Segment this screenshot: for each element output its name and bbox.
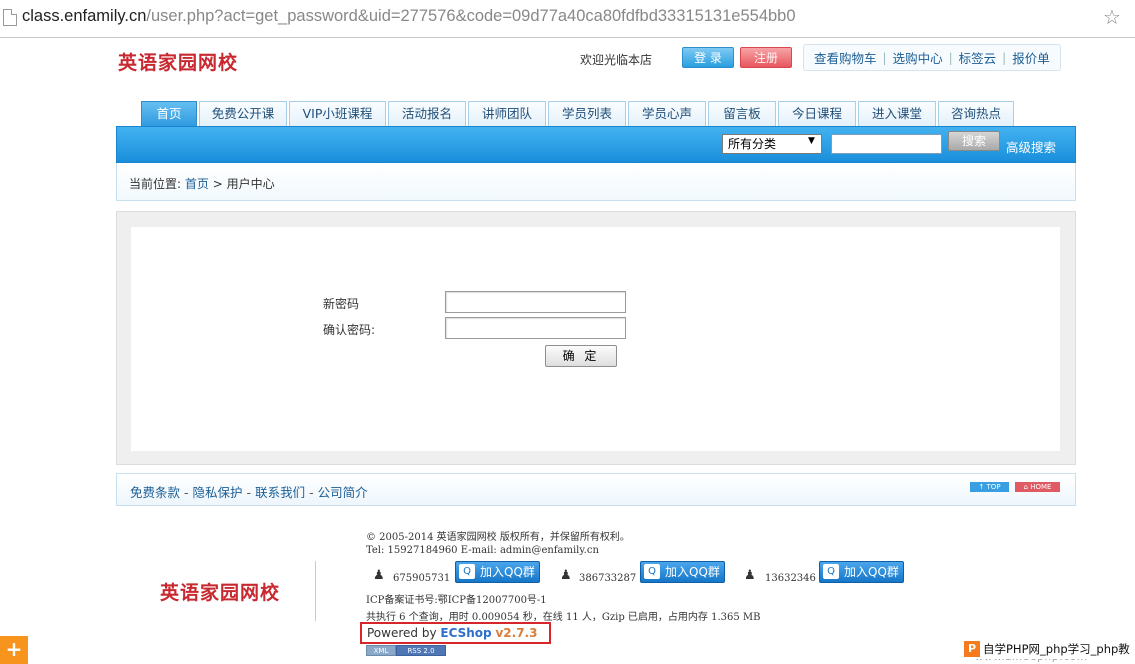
rss-badge[interactable]: RSS 2.0 [396,645,446,656]
site-logo[interactable]: 英语家园网校 [118,48,238,75]
tag-cloud-link[interactable]: 标签云 [959,48,997,67]
bookmark-star-icon[interactable]: ☆ [1103,5,1121,29]
breadcrumb-home-link[interactable]: 首页 [185,177,209,191]
advanced-search-link[interactable]: 高级搜索 [1006,137,1056,156]
tab-free-courses[interactable]: 免费公开课 [199,101,287,126]
page-icon [3,9,17,26]
powered-brand: ECShop [440,626,492,640]
qq-group-icon: Q [459,564,475,579]
link-separator: | [882,50,887,65]
join-qq-group-button[interactable]: Q 加入QQ群 [819,561,904,583]
register-button[interactable]: 注册 [740,47,792,68]
footer-link-privacy[interactable]: 隐私保护 [193,485,243,500]
top-links: 查看购物车 | 选购中心 | 标签云 | 报价单 [803,44,1061,71]
search-button[interactable]: 搜索 [948,131,1000,151]
category-select[interactable]: 所有分类 [722,134,822,154]
join-qq-group-label: 加入QQ群 [844,565,899,579]
tab-testimonials[interactable]: 学员心声 [628,101,706,126]
footer-logo: 英语家园网校 [160,582,281,604]
tab-events[interactable]: 活动报名 [388,101,466,126]
tab-guestbook[interactable]: 留言板 [708,101,776,126]
powered-version: v2.7.3 [495,626,538,640]
tab-today-courses[interactable]: 今日课程 [778,101,856,126]
xml-badge[interactable]: XML [366,645,396,656]
qq-number: 675905731 [393,573,451,584]
qq-penguin-icon: ♟ [744,568,756,583]
tab-students[interactable]: 学员列表 [548,101,626,126]
join-qq-group-label: 加入QQ群 [480,565,535,579]
qq-penguin-icon: ♟ [373,568,385,583]
tab-teachers[interactable]: 讲师团队 [468,101,546,126]
breadcrumb-current: 用户中心 [226,177,275,191]
url-host: class.enfamily.cn [22,7,147,25]
tab-classroom[interactable]: 进入课堂 [858,101,936,126]
site-watermark: P 自学PHP网_php学习_php教 [963,639,1130,659]
confirm-password-label: 确认密码: [323,323,376,337]
join-qq-group-button[interactable]: Q 加入QQ群 [455,561,540,583]
query-stats: 共执行 6 个查询，用时 0.009054 秒，在线 11 人，Gzip 已启用… [366,612,761,623]
footer-link-terms[interactable]: 免费条款 [130,485,180,500]
new-password-label: 新密码 [323,297,360,311]
join-qq-group-button[interactable]: Q 加入QQ群 [640,561,725,583]
footer-nav: 免费条款 - 隐私保护 - 联系我们 - 公司简介 [130,482,368,501]
watermark-text: 自学PHP网_php学习_php教 [983,642,1130,656]
submit-button[interactable]: 确 定 [545,345,617,367]
search-input[interactable] [831,134,942,154]
back-to-top-button[interactable]: ↑ TOP [970,482,1009,492]
tab-home[interactable]: 首页 [141,101,197,126]
footer-divider [315,561,316,621]
breadcrumb-separator: > [212,177,223,191]
plus-icon[interactable]: + [0,636,28,664]
breadcrumb-prefix: 当前位置: [129,177,182,191]
confirm-password-field[interactable] [445,317,626,339]
login-button[interactable]: 登 录 [682,47,734,68]
url-path: /user.php?act=get_password&uid=277576&co… [146,7,796,25]
breadcrumb: 当前位置: 首页 > 用户中心 [129,175,275,192]
qq-penguin-icon: ♟ [560,568,572,583]
quote-list-link[interactable]: 报价单 [1012,48,1050,67]
contact-text: Tel: 15927184960 E-mail: admin@enfamily.… [366,545,599,556]
qq-group-icon: Q [644,564,660,579]
copyright-text: © 2005-2014 英语家园网校 版权所有，并保留所有权利。 [366,532,630,543]
footer-dash: - [309,485,314,500]
welcome-text: 欢迎光临本店 [580,53,653,67]
qq-number: 13632346 [765,573,816,584]
icp-record[interactable]: ICP备案证书号:鄂ICP备12007700号-1 [366,591,547,606]
home-button[interactable]: ⌂ HOME [1015,482,1060,492]
chevron-down-icon[interactable]: ▼ [808,136,815,146]
powered-by[interactable]: Powered by ECShop v2.7.3 [360,622,551,644]
password-form-panel [131,227,1060,451]
link-separator: | [1002,50,1007,65]
url-field[interactable]: class.enfamily.cn/user.php?act=get_passw… [22,7,796,26]
tab-faq[interactable]: 咨询热点 [938,101,1014,126]
new-password-field[interactable] [445,291,626,313]
footer-link-contact[interactable]: 联系我们 [255,485,305,500]
powered-prefix: Powered by [367,626,437,640]
join-qq-group-label: 加入QQ群 [665,565,720,579]
footer-dash: - [246,485,252,500]
footer-dash: - [184,485,189,500]
link-separator: | [948,50,953,65]
php-logo-icon: P [964,641,980,657]
footer-link-about[interactable]: 公司简介 [318,485,368,500]
tab-vip-courses[interactable]: VIP小班课程 [289,101,386,126]
shopping-center-link[interactable]: 选购中心 [893,48,943,67]
cart-link[interactable]: 查看购物车 [814,48,877,67]
qq-group-icon: Q [823,564,839,579]
qq-number: 386733287 [579,573,637,584]
